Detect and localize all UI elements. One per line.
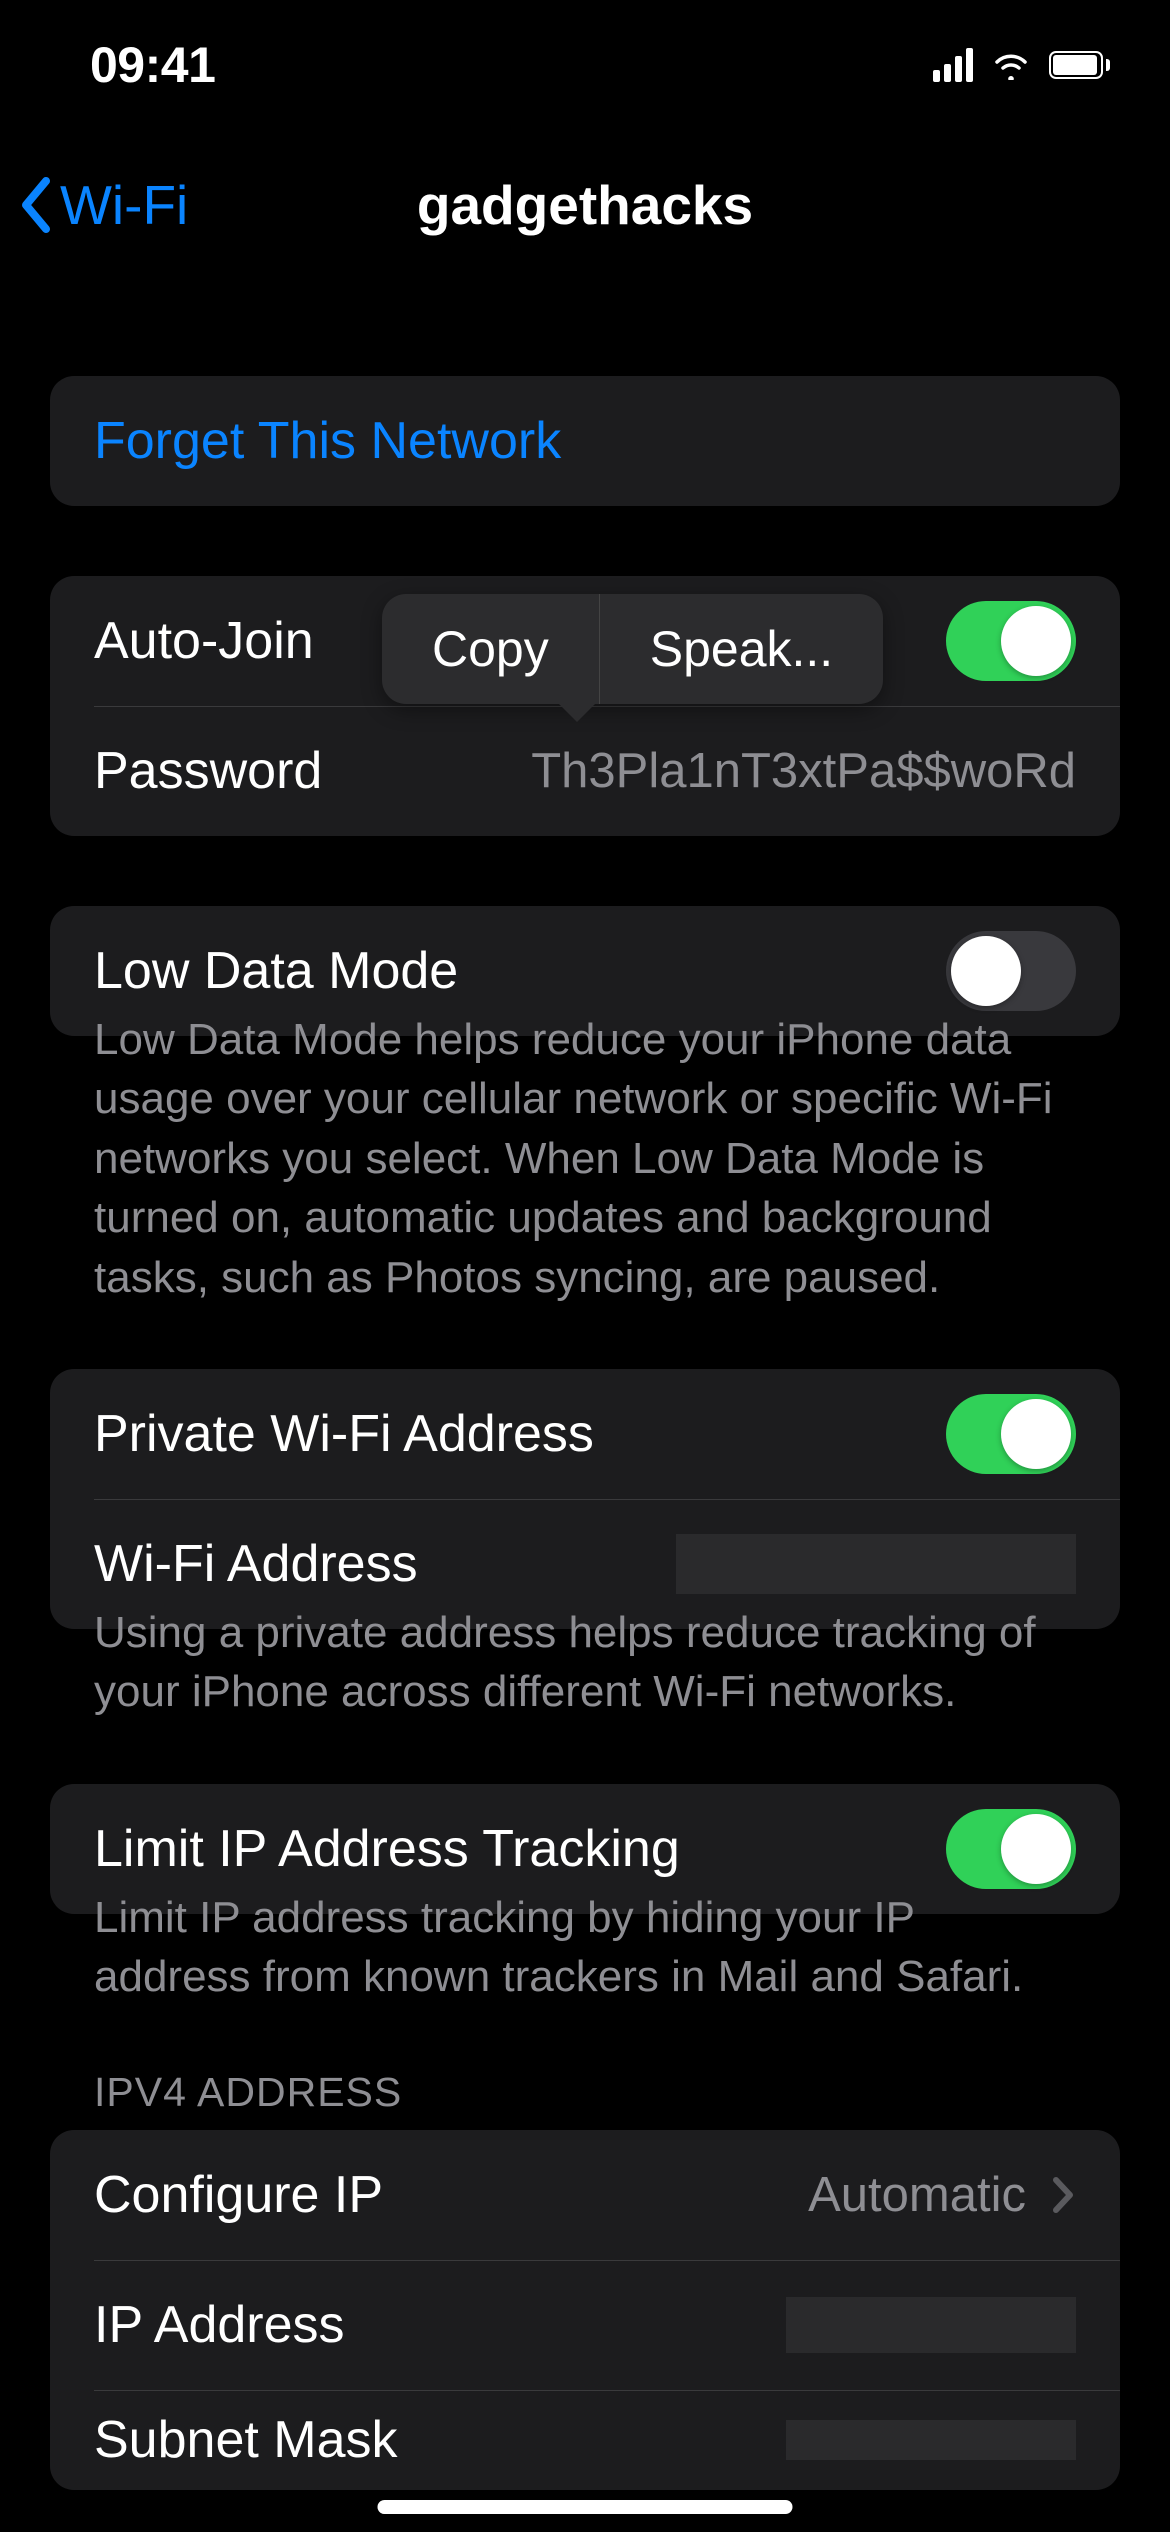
forget-network-group: Forget This Network xyxy=(50,376,1120,506)
chevron-left-icon xyxy=(18,177,54,233)
configure-ip-label: Configure IP xyxy=(94,2165,383,2225)
subnet-mask-row[interactable]: Subnet Mask xyxy=(50,2390,1120,2490)
context-speak-button[interactable]: Speak... xyxy=(600,594,883,704)
low-data-label: Low Data Mode xyxy=(94,941,458,1001)
wifi-address-value-redacted xyxy=(676,1534,1076,1594)
status-bar: 09:41 xyxy=(0,0,1170,130)
auto-join-toggle[interactable] xyxy=(946,601,1076,681)
ipv4-group: Configure IP Automatic IP Address Subnet… xyxy=(50,2130,1120,2490)
limit-ip-row: Limit IP Address Tracking xyxy=(50,1784,1120,1914)
private-address-group: Private Wi-Fi Address Wi-Fi Address xyxy=(50,1369,1120,1629)
password-row[interactable]: Password Th3Pla1nT3xtPa$$woRd xyxy=(50,706,1120,836)
cellular-signal-icon xyxy=(933,48,973,82)
status-time: 09:41 xyxy=(90,36,215,94)
ipv4-section-header: IPV4 ADDRESS xyxy=(50,2069,1120,2130)
forget-network-button[interactable]: Forget This Network xyxy=(50,376,1120,506)
subnet-mask-label: Subnet Mask xyxy=(94,2410,398,2470)
private-address-row: Private Wi-Fi Address xyxy=(50,1369,1120,1499)
configure-ip-value: Automatic xyxy=(808,2167,1026,2223)
subnet-mask-value-redacted xyxy=(786,2420,1076,2460)
wifi-icon xyxy=(991,50,1031,80)
auto-join-label: Auto-Join xyxy=(94,611,314,671)
limit-ip-label: Limit IP Address Tracking xyxy=(94,1819,680,1879)
low-data-row: Low Data Mode xyxy=(50,906,1120,1036)
ip-address-value-redacted xyxy=(786,2297,1076,2353)
wifi-address-label: Wi-Fi Address xyxy=(94,1534,418,1594)
low-data-group: Low Data Mode xyxy=(50,906,1120,1036)
password-label: Password xyxy=(94,741,322,801)
private-address-label: Private Wi-Fi Address xyxy=(94,1404,594,1464)
back-label: Wi-Fi xyxy=(60,173,188,237)
private-address-toggle[interactable] xyxy=(946,1394,1076,1474)
low-data-toggle[interactable] xyxy=(946,931,1076,1011)
context-menu: Copy Speak... xyxy=(382,594,883,704)
limit-ip-group: Limit IP Address Tracking xyxy=(50,1784,1120,1914)
chevron-right-icon xyxy=(1052,2176,1076,2214)
navigation-bar: Wi-Fi gadgethacks xyxy=(0,150,1170,260)
ip-address-label: IP Address xyxy=(94,2295,345,2355)
status-indicators xyxy=(933,48,1110,82)
context-copy-button[interactable]: Copy xyxy=(382,594,599,704)
home-indicator[interactable] xyxy=(378,2500,793,2514)
wifi-address-row[interactable]: Wi-Fi Address xyxy=(50,1499,1120,1629)
battery-icon xyxy=(1049,51,1110,79)
forget-network-label: Forget This Network xyxy=(94,411,561,471)
page-title: gadgethacks xyxy=(417,173,753,237)
configure-ip-row[interactable]: Configure IP Automatic xyxy=(50,2130,1120,2260)
limit-ip-toggle[interactable] xyxy=(946,1809,1076,1889)
ip-address-row[interactable]: IP Address xyxy=(50,2260,1120,2390)
password-value: Th3Pla1nT3xtPa$$woRd xyxy=(531,743,1076,799)
back-button[interactable]: Wi-Fi xyxy=(18,150,188,260)
low-data-footer: Low Data Mode helps reduce your iPhone d… xyxy=(50,1010,1120,1307)
